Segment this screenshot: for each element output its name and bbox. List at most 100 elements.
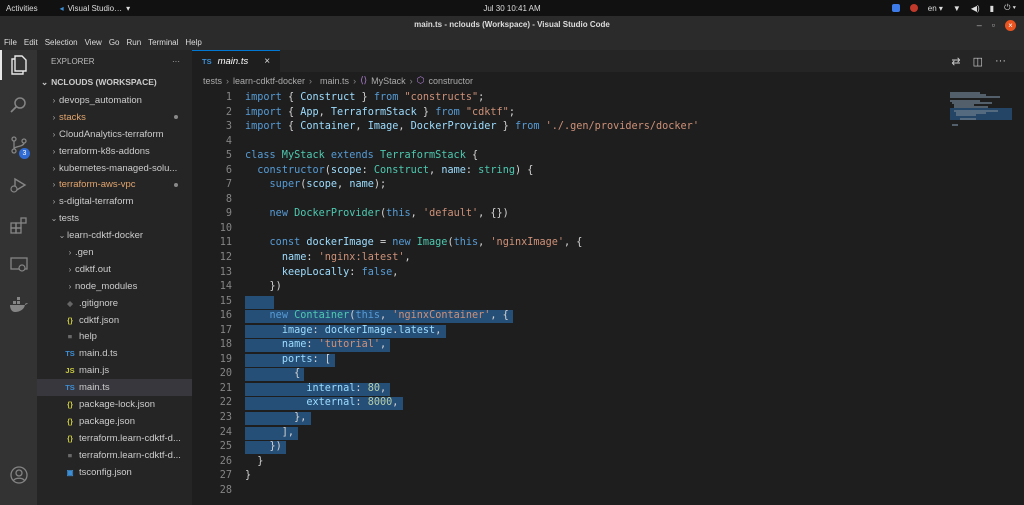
minimap[interactable] [950,92,1012,132]
breadcrumb-tests[interactable]: tests [203,76,222,86]
menu-view[interactable]: View [85,38,102,47]
volume-icon[interactable]: ◀) [971,4,980,13]
code-line[interactable]: 24 ], [192,426,952,441]
tree-item-kubernetes-managed-solu[interactable]: › kubernetes-managed-solu... [37,160,192,177]
tree-item-cdktf-out[interactable]: › cdktf.out [37,261,192,278]
breadcrumb-main-ts[interactable]: main.ts [320,76,349,86]
network-icon[interactable]: ▼ [953,4,961,13]
code-line[interactable]: 12 name: 'nginx:latest', [192,251,952,266]
explorer-more-actions[interactable]: ··· [172,57,180,66]
breadcrumb-mystack[interactable]: MyStack [371,76,406,86]
workspace-header[interactable]: ⌄ NCLOUDS (WORKSPACE) [37,72,192,92]
tree-item-learn-cdktf-docker[interactable]: ⌄ learn-cdktf-docker [37,227,192,244]
code-line[interactable]: 26 } [192,455,952,470]
tree-item-tests[interactable]: ⌄ tests [37,210,192,227]
tree-item-main-ts[interactable]: TS main.ts [37,379,192,397]
close-window-icon[interactable]: × [1005,19,1016,31]
tree-item-gen[interactable]: › .gen [37,244,192,261]
tree-item-tsconfig-json[interactable]: ▣ tsconfig.json [37,464,192,481]
tree-item-terraform-aws-vpc[interactable]: › terraform-aws-vpc [37,176,192,193]
breadcrumb-learn-cdktf-docker[interactable]: learn-cdktf-docker [233,76,305,86]
close-tab-icon[interactable]: × [264,56,270,67]
tree-item-node-modules[interactable]: › node_modules [37,278,192,295]
menu-edit[interactable]: Edit [24,38,38,47]
app-menu[interactable]: ◂ Visual Studio… ▾ [60,4,131,13]
more-actions-icon[interactable]: ··· [995,55,1006,68]
tree-item-package-lock-json[interactable]: {} package-lock.json [37,396,192,413]
code-line[interactable]: 9 new DockerProvider(this, 'default', {}… [192,207,952,222]
split-editor-icon[interactable]: ◫ [973,55,983,68]
tab-main-ts[interactable]: TS main.ts × [192,50,281,72]
menu-run[interactable]: Run [126,38,141,47]
run-debug-icon[interactable] [0,170,37,200]
record-indicator-icon[interactable] [909,4,918,12]
clock[interactable]: Jul 30 10:41 AM [480,4,544,13]
docker-icon[interactable] [0,290,37,320]
code-line[interactable]: 3 import { Container, Image, DockerProvid… [192,120,952,135]
code-line[interactable]: 5 class MyStack extends TerraformStack { [192,149,952,164]
tree-item-stacks[interactable]: › stacks [37,109,192,126]
menu-selection[interactable]: Selection [45,38,78,47]
code-line[interactable]: 16 new Container(this, 'nginxContainer',… [192,309,952,324]
code-line[interactable]: 25 }) [192,440,952,455]
microphone-icon[interactable]: ▮ [990,4,994,13]
breadcrumb-constructor[interactable]: constructor [428,76,473,86]
code-line[interactable]: 8 [192,193,952,208]
power-icon[interactable]: ⏻ ▾ [1004,3,1016,13]
app-indicator-icon[interactable] [891,4,900,12]
tree-item-devops-automation[interactable]: › devops_automation [37,92,192,109]
tree-item-package-json[interactable]: {} package.json [37,413,192,430]
code-text: } [245,469,251,484]
code-line[interactable]: 23 }, [192,411,952,426]
code-line[interactable]: 21 internal: 80, [192,382,952,397]
code-line[interactable]: 22 external: 8000, [192,396,952,411]
minimize-icon[interactable]: – [977,20,982,30]
activities-button[interactable]: Activities [6,4,38,13]
tree-item-terraform-k8s-addons[interactable]: › terraform-k8s-addons [37,143,192,160]
source-control-icon[interactable]: 3 [0,130,37,160]
tree-item-main-d-ts[interactable]: TS main.d.ts [37,345,192,362]
code-line[interactable]: 6 constructor(scope: Construct, name: st… [192,164,952,179]
maximize-icon[interactable]: ▫ [992,20,995,30]
tree-item-gitignore[interactable]: ◆ .gitignore [37,295,192,312]
system-tray[interactable]: en ▾ ▼ ◀) ▮ ⏻ ▾ [891,3,1016,13]
code-line[interactable]: 28 [192,484,952,499]
code-token: , [379,310,393,322]
tree-item-help[interactable]: ≡ help [37,328,192,345]
language-indicator[interactable]: en ▾ [928,4,943,13]
code-line[interactable]: 14 }) [192,280,952,295]
code-line[interactable]: 11 const dockerImage = new Image(this, '… [192,236,952,251]
menu-go[interactable]: Go [109,38,120,47]
code-line[interactable]: 20 { [192,367,952,382]
code-line[interactable]: 19 ports: [ [192,353,952,368]
extensions-icon[interactable] [0,210,37,240]
code-line[interactable]: 15 [192,295,952,310]
tree-item-terraform-learn-cdktf-d[interactable]: ≡ terraform.learn-cdktf-d... [37,447,192,464]
explorer-icon[interactable] [0,50,37,80]
code-line[interactable]: 1 import { Construct } from "constructs"; [192,91,952,106]
tree-item-main-js[interactable]: JS main.js [37,362,192,379]
open-changes-icon[interactable]: ⇄ [951,55,960,68]
tree-item-cloudanalytics-terraform[interactable]: › CloudAnalytics-terraform [37,126,192,143]
menu-help[interactable]: Help [185,38,201,47]
remote-explorer-icon[interactable] [0,250,37,280]
code-line[interactable]: 4 [192,135,952,150]
tree-item-cdktf-json[interactable]: {} cdktf.json [37,312,192,329]
modified-dot-icon [174,182,178,187]
code-line[interactable]: 18 name: 'tutorial', [192,338,952,353]
menu-terminal[interactable]: Terminal [148,38,178,47]
code-line[interactable]: 10 [192,222,952,237]
code-line[interactable]: 17 image: dockerImage.latest, [192,324,952,339]
tree-item-terraform-learn-cdktf-d[interactable]: {} terraform.learn-cdktf-d... [37,430,192,447]
search-icon[interactable] [0,90,37,120]
code-line[interactable]: 7 super(scope, name); [192,178,952,193]
code-line[interactable]: 13 keepLocally: false, [192,266,952,281]
tree-item-s-digital-terraform[interactable]: › s-digital-terraform [37,193,192,210]
account-icon[interactable] [0,460,37,490]
file-type-icon: {} [67,416,73,426]
code-lines[interactable]: 1 import { Construct } from "constructs";… [192,91,952,498]
code-line[interactable]: 27} [192,469,952,484]
code-token: } [416,106,436,118]
code-line[interactable]: 2 import { App, TerraformStack } from "cd… [192,106,952,121]
menu-file[interactable]: File [4,38,17,47]
